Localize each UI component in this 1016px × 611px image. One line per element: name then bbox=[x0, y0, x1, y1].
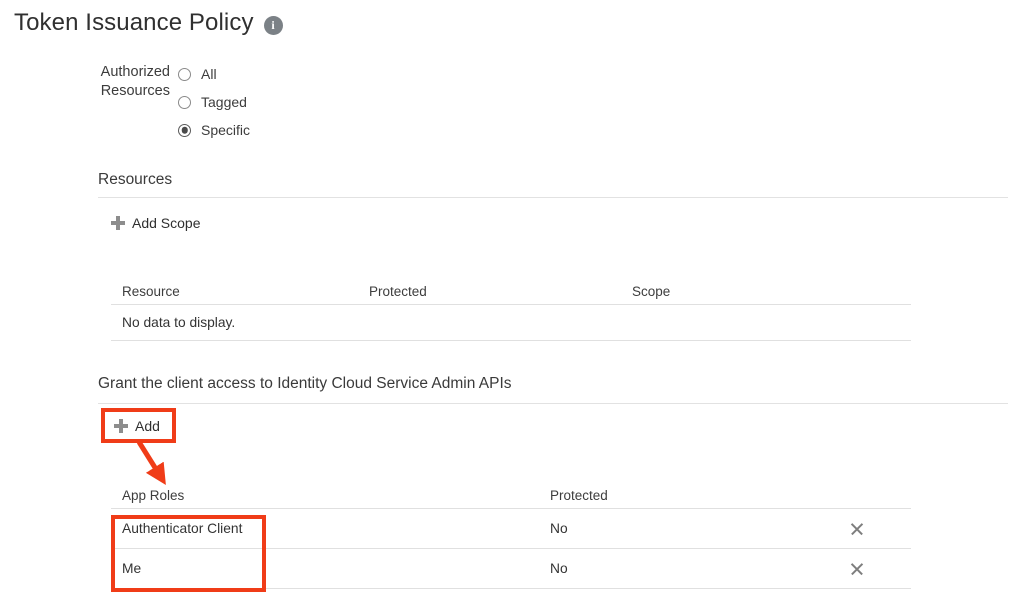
grant-section-divider bbox=[98, 403, 1008, 404]
cell-app-role: Me bbox=[122, 561, 142, 576]
grant-section-heading: Grant the client access to Identity Clou… bbox=[98, 375, 512, 392]
add-button-label: Add bbox=[135, 418, 160, 434]
resources-table: Resource Protected Scope No data to disp… bbox=[111, 278, 911, 341]
table-row[interactable]: Me No bbox=[111, 549, 911, 589]
plus-icon bbox=[114, 419, 128, 433]
cell-protected: No bbox=[550, 521, 568, 536]
column-header-scope[interactable]: Scope bbox=[632, 284, 892, 304]
app-roles-table: App Roles Protected Authenticator Client… bbox=[111, 482, 911, 589]
radio-label-tagged: Tagged bbox=[201, 94, 247, 110]
column-header-app-roles[interactable]: App Roles bbox=[111, 488, 550, 508]
cell-app-role: Authenticator Client bbox=[122, 521, 243, 536]
radio-mark-tagged[interactable] bbox=[178, 95, 191, 109]
column-header-protected[interactable]: Protected bbox=[550, 488, 803, 508]
radio-option-specific[interactable]: Specific bbox=[178, 116, 250, 144]
column-header-protected[interactable]: Protected bbox=[369, 284, 632, 304]
cell-actions bbox=[803, 562, 911, 575]
close-x-icon[interactable] bbox=[851, 562, 864, 575]
radio-mark-all[interactable] bbox=[178, 67, 191, 81]
resources-table-empty-message: No data to display. bbox=[111, 305, 911, 341]
resources-section-divider bbox=[98, 197, 1008, 198]
radio-mark-specific[interactable] bbox=[178, 123, 191, 137]
info-icon-glyph: i bbox=[271, 18, 275, 32]
radio-label-all: All bbox=[201, 66, 217, 82]
page-header: Token Issuance Policy i bbox=[14, 8, 283, 38]
radio-label-specific: Specific bbox=[201, 122, 251, 138]
resources-section-heading: Resources bbox=[98, 171, 173, 188]
resources-table-header: Resource Protected Scope bbox=[111, 278, 911, 305]
authorized-resources-label: Authorized Resources bbox=[100, 64, 170, 99]
page-title: Token Issuance Policy bbox=[14, 9, 254, 36]
plus-icon bbox=[111, 216, 125, 230]
cell-actions bbox=[803, 522, 911, 535]
radio-option-all[interactable]: All bbox=[178, 60, 250, 88]
cell-protected: No bbox=[550, 561, 568, 576]
table-row[interactable]: Authenticator Client No bbox=[111, 509, 911, 549]
app-roles-table-header: App Roles Protected bbox=[111, 482, 911, 509]
radio-option-tagged[interactable]: Tagged bbox=[178, 88, 250, 116]
column-header-actions bbox=[803, 503, 911, 508]
close-x-icon[interactable] bbox=[851, 522, 864, 535]
authorized-resources-radio-group: All Tagged Specific bbox=[178, 60, 250, 144]
add-scope-button[interactable]: Add Scope bbox=[111, 215, 201, 231]
add-app-role-button[interactable]: Add bbox=[114, 418, 160, 434]
add-scope-label: Add Scope bbox=[132, 215, 201, 231]
info-icon[interactable]: i bbox=[263, 15, 283, 35]
column-header-resource[interactable]: Resource bbox=[111, 284, 369, 304]
